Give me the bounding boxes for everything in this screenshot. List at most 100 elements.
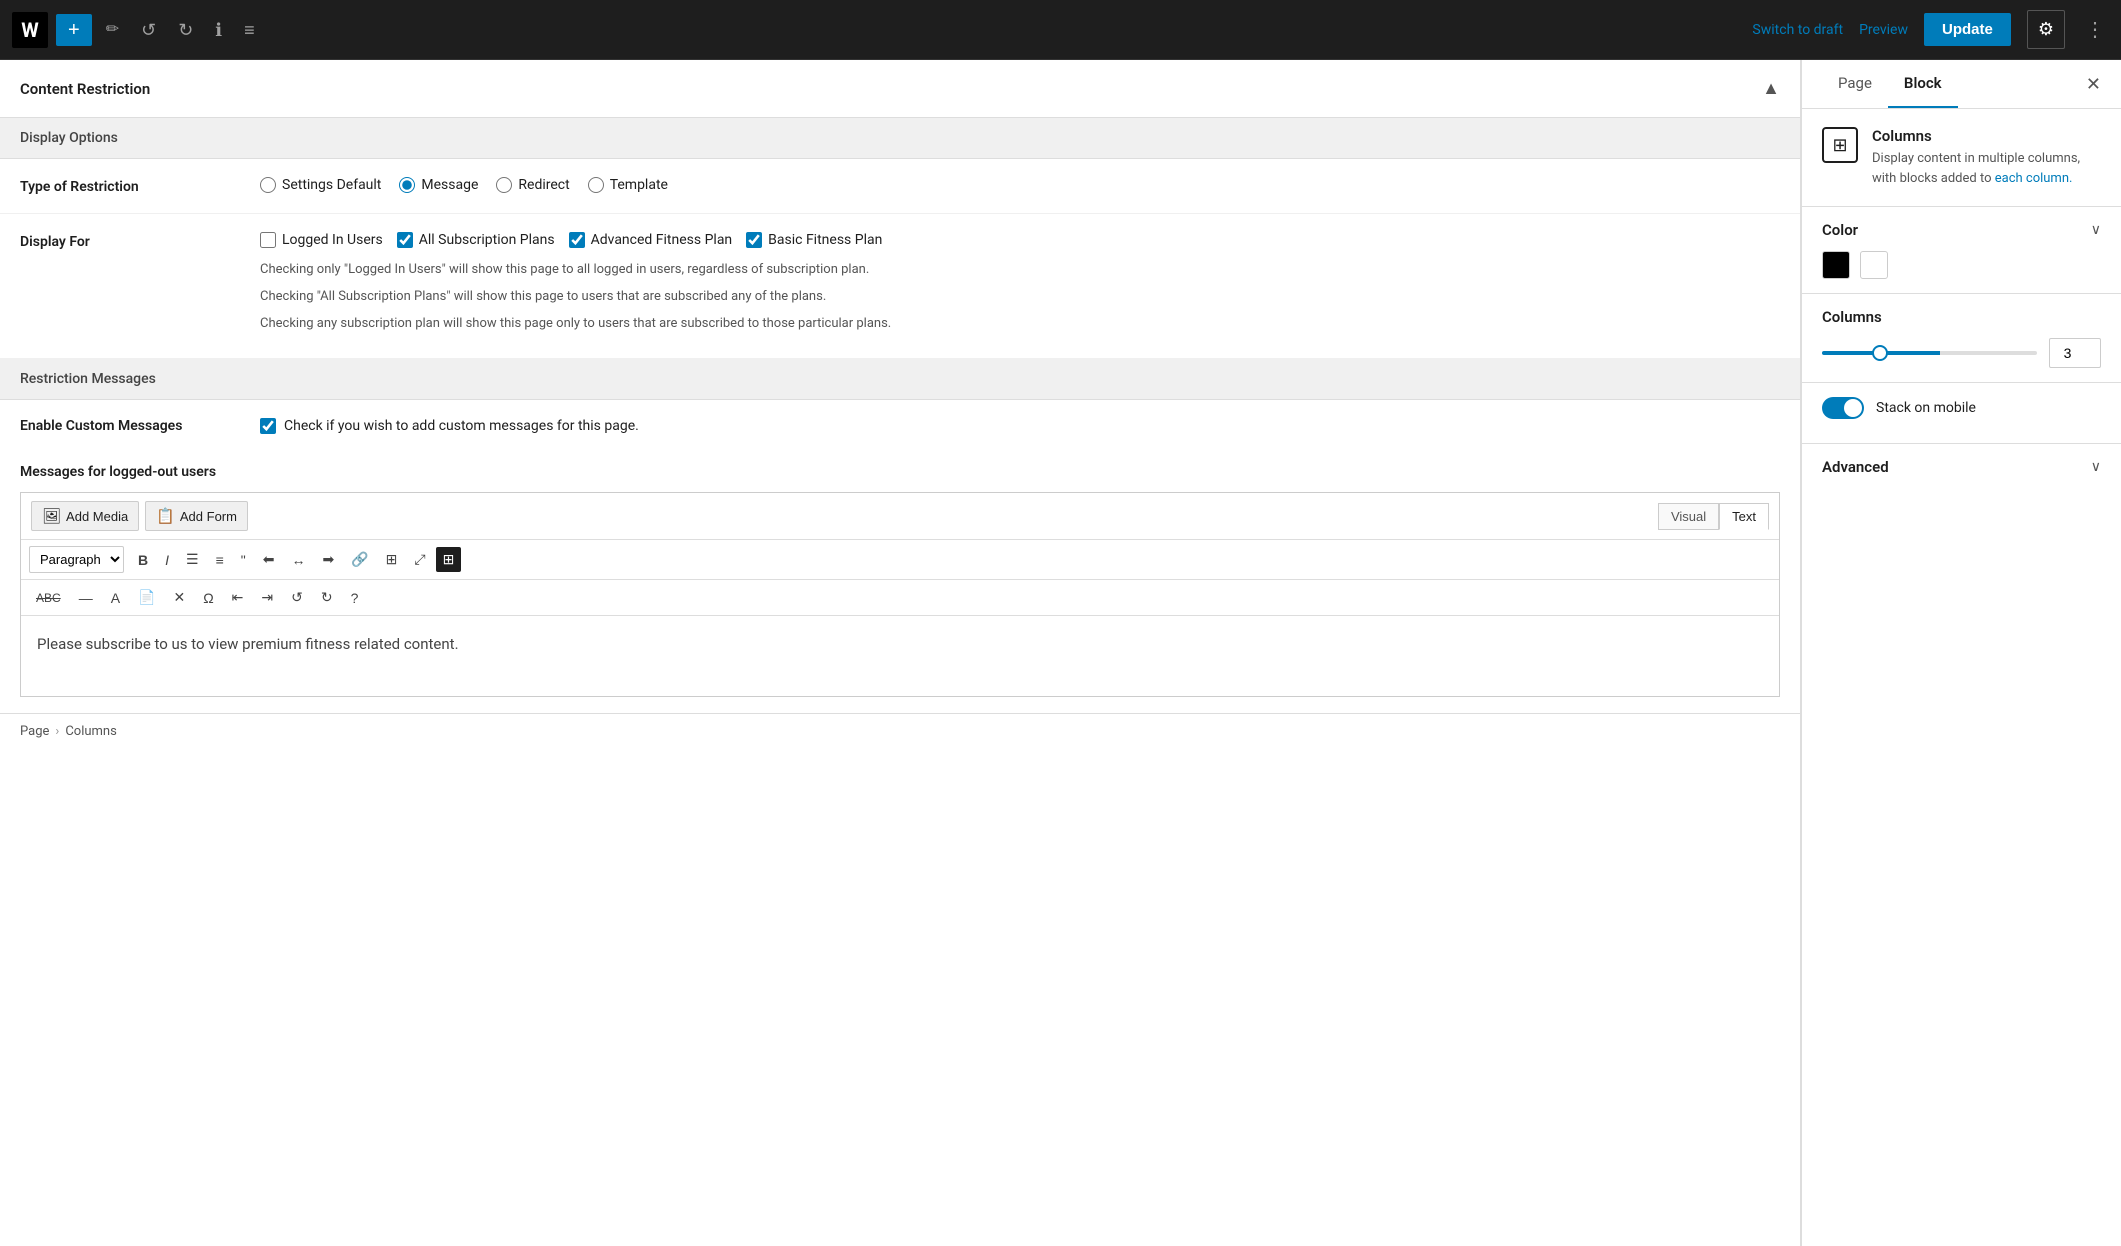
italic-button[interactable]: I <box>158 548 176 572</box>
tab-page[interactable]: Page <box>1822 60 1888 108</box>
collapse-icon[interactable]: ▲ <box>1762 78 1780 99</box>
radio-message[interactable]: Message <box>399 177 478 193</box>
checkbox-advanced-fitness[interactable]: Advanced Fitness Plan <box>569 232 733 248</box>
grid-button[interactable]: ⊞ <box>436 547 462 572</box>
block-title: Columns <box>1872 127 2101 145</box>
tab-block[interactable]: Block <box>1888 60 1958 108</box>
outdent-button[interactable]: ⇤ <box>225 585 251 610</box>
display-options-section: Display Options <box>0 118 1800 159</box>
restriction-messages-section: Restriction Messages <box>0 359 1800 400</box>
display-for-checkboxes: Logged In Users All Subscription Plans A… <box>260 232 1780 248</box>
columns-slider-row: 3 <box>1822 338 2101 368</box>
settings-button[interactable]: ⚙ <box>2027 10 2065 49</box>
radio-redirect[interactable]: Redirect <box>496 177 569 193</box>
type-of-restriction-label: Type of Restriction <box>20 177 240 195</box>
content-restriction-header: Content Restriction ▲ <box>0 60 1800 118</box>
unordered-list-button[interactable]: ☰ <box>179 547 206 572</box>
content-restriction-title: Content Restriction <box>20 80 150 98</box>
add-form-icon: 📋 <box>156 507 175 525</box>
main-layout: Content Restriction ▲ Display Options Ty… <box>0 60 2121 1246</box>
type-of-restriction-row: Type of Restriction Settings Default Mes… <box>0 159 1800 214</box>
add-form-button[interactable]: 📋 Add Form <box>145 501 248 531</box>
columns-slider[interactable] <box>1822 351 2037 355</box>
strikethrough-button[interactable]: ABC <box>29 587 68 609</box>
breadcrumb-columns[interactable]: Columns <box>65 724 117 739</box>
visual-tab[interactable]: Visual <box>1658 503 1719 530</box>
editor-tabs: Visual Text <box>1658 503 1769 530</box>
color-section-chevron[interactable]: ∨ <box>2091 222 2101 238</box>
undo-button[interactable]: ↺ <box>133 15 164 45</box>
ordered-list-button[interactable]: ≡ <box>209 548 231 572</box>
editor-content[interactable]: Please subscribe to us to view premium f… <box>21 616 1779 696</box>
columns-block-icon: ⊞ <box>1822 127 1858 163</box>
indent-button[interactable]: ⇥ <box>254 585 280 610</box>
columns-input[interactable]: 3 <box>2049 338 2101 368</box>
redo2-button[interactable]: ↻ <box>314 585 340 610</box>
block-description: Display content in multiple columns, wit… <box>1872 149 2101 188</box>
help-button[interactable]: ? <box>344 586 366 610</box>
restriction-type-radio-group: Settings Default Message Redirect Templa… <box>260 177 1780 193</box>
add-block-button[interactable]: + <box>56 14 92 46</box>
align-left-button[interactable]: ⬅ <box>256 547 282 572</box>
color-section-header: Color ∨ <box>1822 221 2101 239</box>
blockquote-button[interactable]: " <box>234 548 253 572</box>
stack-on-mobile-container: Stack on mobile <box>1802 383 2121 444</box>
undo2-button[interactable]: ↺ <box>284 585 310 610</box>
more-options-button[interactable]: ⋮ <box>2081 11 2109 48</box>
each-column-link[interactable]: each column. <box>1995 171 2073 186</box>
horizontal-rule-button[interactable]: — <box>72 586 100 610</box>
paste-as-text-button[interactable]: 📄 <box>131 585 162 610</box>
checkbox-logged-in[interactable]: Logged In Users <box>260 232 383 248</box>
edit-mode-button[interactable]: ✏ <box>98 16 127 44</box>
topbar-actions: + ✏ ↺ ↻ ℹ ≡ <box>56 14 263 46</box>
breadcrumb-separator: › <box>55 724 59 739</box>
advanced-section: Advanced ∨ <box>1802 444 2121 490</box>
advanced-section-title: Advanced <box>1822 458 1889 476</box>
editor-button-bar: 🖼 Add Media 📋 Add Form Visual Text <box>21 493 1779 540</box>
display-for-description: Checking only "Logged In Users" will sho… <box>260 260 1780 334</box>
add-media-button[interactable]: 🖼 Add Media <box>31 501 139 531</box>
link-button[interactable]: 🔗 <box>344 547 375 572</box>
wp-logo[interactable]: W <box>12 12 48 48</box>
close-panel-button[interactable]: ✕ <box>2086 60 2101 108</box>
stack-on-mobile-label: Stack on mobile <box>1876 400 1976 416</box>
clear-format-button[interactable]: ✕ <box>166 585 192 610</box>
fullscreen-button[interactable]: ⤢ <box>407 547 432 572</box>
breadcrumb-page[interactable]: Page <box>20 724 49 739</box>
checkbox-basic-fitness[interactable]: Basic Fitness Plan <box>746 232 882 248</box>
white-color-swatch[interactable] <box>1860 251 1888 279</box>
redo-button[interactable]: ↻ <box>170 15 201 45</box>
update-button[interactable]: Update <box>1924 13 2011 46</box>
advanced-section-header[interactable]: Advanced ∨ <box>1822 458 2101 476</box>
paragraph-select[interactable]: Paragraph <box>29 546 124 573</box>
special-chars-button[interactable]: Ω <box>196 586 220 610</box>
display-for-content: Logged In Users All Subscription Plans A… <box>260 232 1780 340</box>
color-section-title: Color <box>1822 221 1858 239</box>
align-right-button[interactable]: ➡ <box>315 547 341 572</box>
switch-to-draft-link[interactable]: Switch to draft <box>1752 22 1843 38</box>
text-color-button[interactable]: A <box>104 586 127 610</box>
stack-on-mobile-row: Stack on mobile <box>1822 387 2101 429</box>
radio-settings-default[interactable]: Settings Default <box>260 177 381 193</box>
advanced-section-chevron[interactable]: ∨ <box>2091 459 2101 475</box>
text-tab[interactable]: Text <box>1719 503 1769 530</box>
enable-custom-messages-content: Check if you wish to add custom messages… <box>260 418 639 434</box>
right-panel: Page Block ✕ ⊞ Columns Display content i… <box>1801 60 2121 1246</box>
bold-button[interactable]: B <box>131 548 155 572</box>
topbar: W + ✏ ↺ ↻ ℹ ≡ Switch to draft Preview Up… <box>0 0 2121 60</box>
radio-template[interactable]: Template <box>588 177 668 193</box>
list-view-button[interactable]: ≡ <box>236 15 263 45</box>
align-center-button[interactable]: ↔ <box>284 548 312 572</box>
enable-custom-messages-checkbox[interactable] <box>260 418 276 434</box>
format-toolbar-1: Paragraph B I ☰ ≡ " ⬅ ↔ ➡ 🔗 ⊞ ⤢ ⊞ <box>21 540 1779 580</box>
stack-on-mobile-toggle[interactable] <box>1822 397 1864 419</box>
preview-link[interactable]: Preview <box>1859 22 1908 38</box>
table-button[interactable]: ⊞ <box>379 547 405 572</box>
info-button[interactable]: ℹ <box>207 15 230 45</box>
columns-slider-section: Columns 3 <box>1802 294 2121 383</box>
editor-area: 🖼 Add Media 📋 Add Form Visual Text Parag… <box>20 492 1780 697</box>
checkbox-all-plans[interactable]: All Subscription Plans <box>397 232 555 248</box>
enable-custom-messages-row: Enable Custom Messages Check if you wish… <box>0 400 1800 452</box>
right-panel-tabs: Page Block ✕ <box>1802 60 2121 109</box>
black-color-swatch[interactable] <box>1822 251 1850 279</box>
